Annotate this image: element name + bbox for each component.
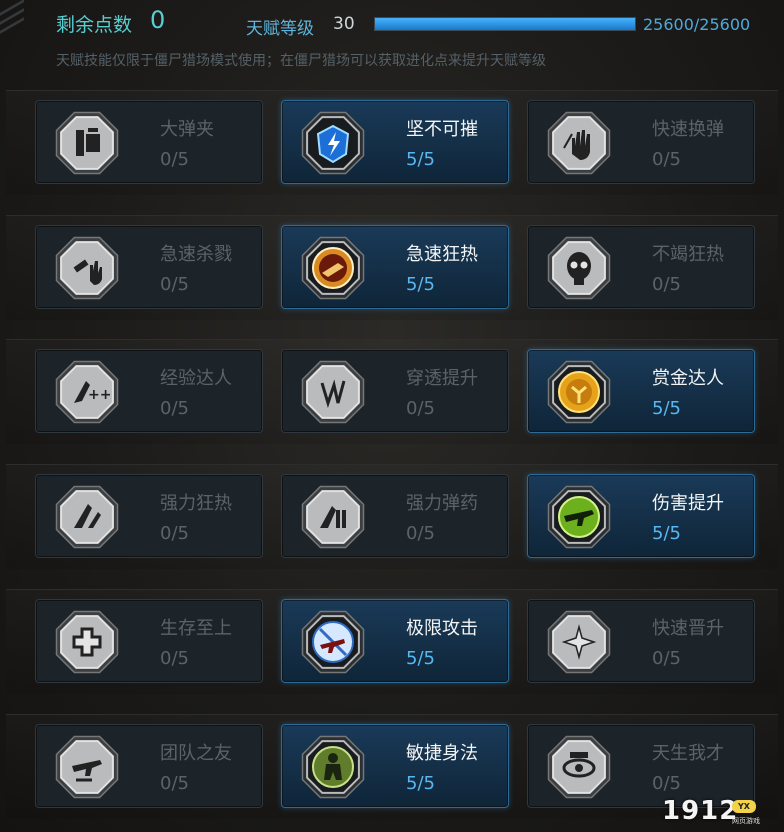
power-ammo-icon — [298, 482, 368, 552]
svg-text:++: ++ — [88, 387, 111, 403]
rifle-icon — [544, 482, 614, 552]
talent-name: 经验达人 — [160, 368, 232, 389]
talent-tile[interactable]: 团队之友 0/5 — [35, 724, 263, 808]
talent-tile[interactable]: 坚不可摧 5/5 — [281, 100, 509, 184]
rapid-kill-icon — [52, 233, 122, 303]
talent-tile[interactable]: 快速换弹 0/5 — [527, 100, 755, 184]
xp-text: 25600/25600 — [643, 15, 751, 34]
talent-name: 敏捷身法 — [406, 743, 478, 764]
exp-plus-icon: ++ — [52, 357, 122, 427]
xp-progress-fill — [375, 18, 635, 30]
talent-level: 0/5 — [160, 149, 189, 170]
talent-tile[interactable]: 赏金达人 5/5 — [527, 349, 755, 433]
talent-level: 0/5 — [160, 523, 189, 544]
shield-lightning-icon — [298, 108, 368, 178]
talent-level: 0/5 — [160, 648, 189, 669]
talent-level: 0/5 — [652, 648, 681, 669]
gold-coin-icon — [544, 357, 614, 427]
medical-cross-icon — [52, 607, 122, 677]
hint-text: 天赋技能仅限于僵尸猎场模式使用；在僵尸猎场可以获取进化点来提升天赋等级 — [56, 53, 546, 69]
talent-name: 大弹夹 — [160, 119, 214, 140]
magazine-icon — [52, 108, 122, 178]
talent-tile[interactable]: 强力弹药 0/5 — [281, 474, 509, 558]
skull-icon — [544, 233, 614, 303]
header-bar: 剩余点数 0 天赋等级 30 25600/25600 天赋技能仅限于僵尸猎场模式… — [0, 0, 784, 80]
talent-level: 0/5 — [406, 523, 435, 544]
talent-level: 5/5 — [406, 274, 435, 295]
talent-tile[interactable]: 敏捷身法 5/5 — [281, 724, 509, 808]
talent-tile[interactable]: 穿透提升 0/5 — [281, 349, 509, 433]
talent-level-label: 天赋等级 — [246, 19, 314, 39]
talent-name: 团队之友 — [160, 743, 232, 764]
talent-level: 0/5 — [160, 773, 189, 794]
talent-name: 坚不可摧 — [406, 119, 478, 140]
talent-name: 不竭狂热 — [652, 244, 724, 265]
talent-tile[interactable]: 急速狂热 5/5 — [281, 225, 509, 309]
talent-level-value: 30 — [333, 14, 355, 34]
talent-tile[interactable]: 不竭狂热 0/5 — [527, 225, 755, 309]
talent-level: 5/5 — [406, 149, 435, 170]
site-logo: 1912 YX 网页游戏 — [662, 796, 778, 826]
penetration-icon — [298, 357, 368, 427]
talent-name: 天生我才 — [652, 743, 724, 764]
talent-name: 急速杀戮 — [160, 244, 232, 265]
talent-level: 5/5 — [406, 773, 435, 794]
soldier-icon — [298, 732, 368, 802]
talent-name: 强力狂热 — [160, 493, 232, 514]
talent-name: 强力弹药 — [406, 493, 478, 514]
talent-level: 5/5 — [652, 398, 681, 419]
frenzy-icon — [298, 233, 368, 303]
talent-tile[interactable]: 快速晋升 0/5 — [527, 599, 755, 683]
logo-badge: YX — [732, 800, 756, 813]
eye-icon — [544, 732, 614, 802]
talent-level: 5/5 — [652, 523, 681, 544]
hand-reload-icon — [544, 108, 614, 178]
talent-tile[interactable]: 急速杀戮 0/5 — [35, 225, 263, 309]
talent-name: 伤害提升 — [652, 493, 724, 514]
power-frenzy-icon — [52, 482, 122, 552]
talent-name: 生存至上 — [160, 618, 232, 639]
remaining-points-value: 0 — [150, 6, 166, 34]
talent-level: 0/5 — [160, 274, 189, 295]
talent-level: 5/5 — [406, 648, 435, 669]
talent-level: 0/5 — [406, 398, 435, 419]
talent-tile[interactable]: 强力狂热 0/5 — [35, 474, 263, 558]
talent-tile[interactable]: 极限攻击 5/5 — [281, 599, 509, 683]
talent-name: 赏金达人 — [652, 368, 724, 389]
talent-tile[interactable]: 生存至上 0/5 — [35, 599, 263, 683]
star-burst-icon — [544, 607, 614, 677]
talent-level: 0/5 — [652, 274, 681, 295]
talent-level: 0/5 — [652, 773, 681, 794]
talent-tile[interactable]: 伤害提升 5/5 — [527, 474, 755, 558]
xp-progress-bar — [374, 17, 636, 31]
logo-subtext: 网页游戏 — [732, 817, 760, 825]
talent-tile[interactable]: ++ 经验达人 0/5 — [35, 349, 263, 433]
extreme-attack-icon — [298, 607, 368, 677]
talent-name: 快速晋升 — [652, 618, 724, 639]
talent-level: 0/5 — [652, 149, 681, 170]
corner-decoration — [0, 0, 30, 52]
logo-text: 1912 — [662, 796, 739, 826]
talent-name: 急速狂热 — [406, 244, 478, 265]
talent-level: 0/5 — [160, 398, 189, 419]
remaining-points-label: 剩余点数 — [56, 14, 133, 36]
team-rifle-icon — [52, 732, 122, 802]
talent-tile[interactable]: 大弹夹 0/5 — [35, 100, 263, 184]
talent-name: 快速换弹 — [652, 119, 724, 140]
talent-name: 穿透提升 — [406, 368, 478, 389]
talent-name: 极限攻击 — [406, 618, 478, 639]
